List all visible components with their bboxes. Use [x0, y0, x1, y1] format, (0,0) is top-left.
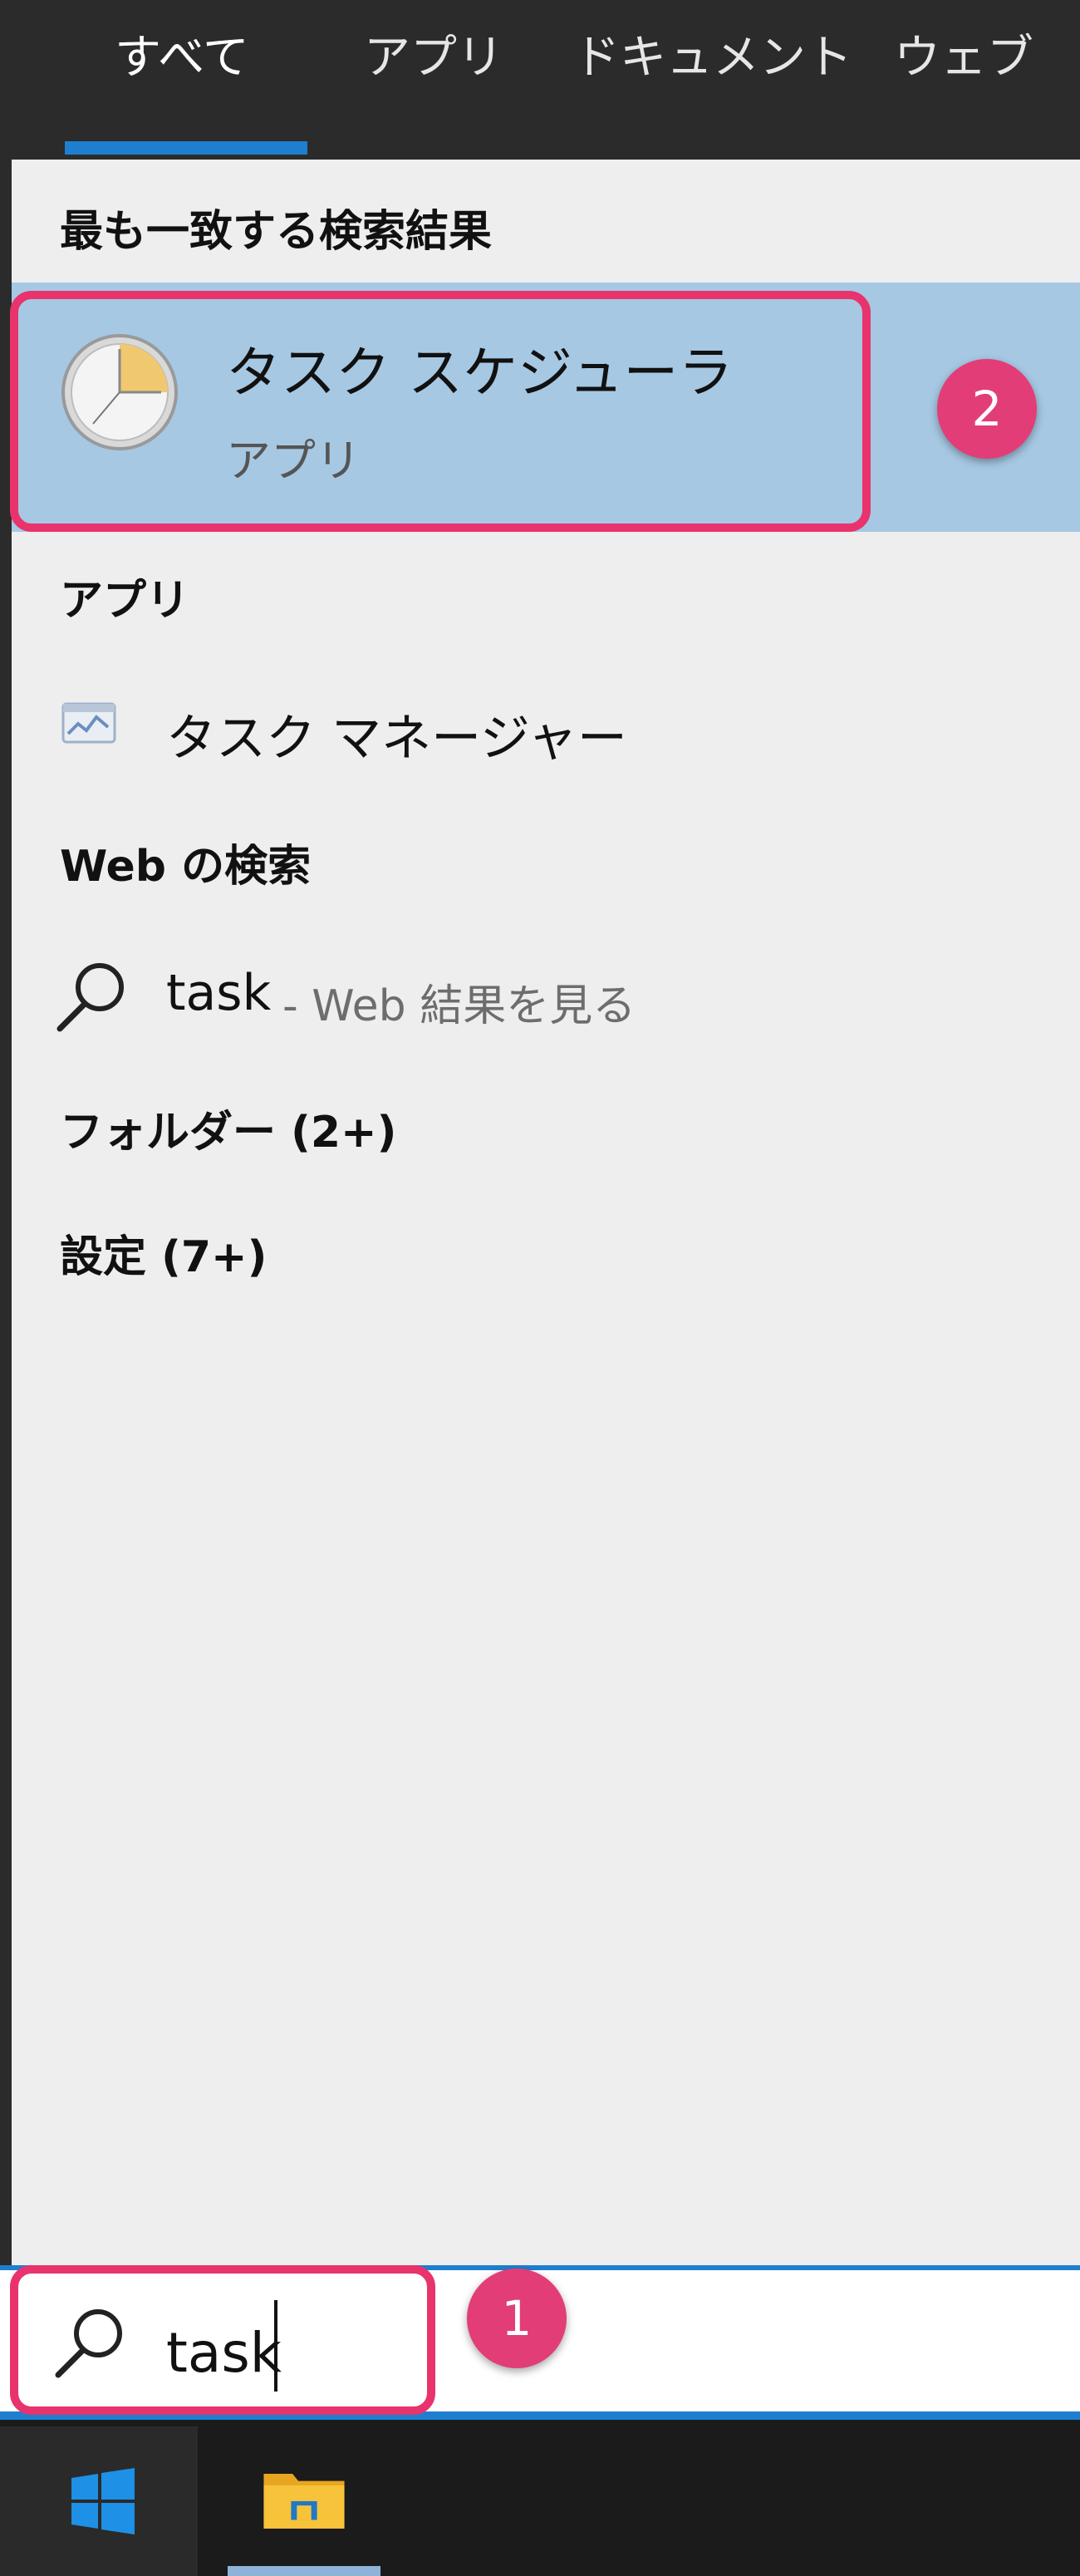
active-tab-indicator — [65, 141, 307, 155]
app-result-label: タスク マネージャー — [166, 710, 627, 768]
start-button[interactable] — [0, 2426, 198, 2576]
section-web-heading: Web の検索 — [60, 842, 312, 892]
active-app-indicator — [228, 2566, 380, 2576]
tab-apps[interactable]: アプリ — [364, 25, 503, 91]
tab-all[interactable]: すべて — [115, 25, 249, 91]
annotation-highlight-search-box — [10, 2265, 435, 2415]
section-apps-heading: アプリ — [60, 576, 190, 626]
search-icon — [56, 963, 124, 1032]
windows-start-icon — [71, 2468, 135, 2534]
step-badge-1: 1 — [467, 2269, 567, 2368]
section-folders-heading[interactable]: フォルダー (2+) — [60, 1097, 396, 1159]
web-search-query: task — [166, 964, 272, 1022]
annotation-highlight-best-match — [10, 291, 871, 532]
step-badge-2: 2 — [937, 359, 1037, 459]
task-manager-icon — [61, 702, 116, 744]
file-explorer-icon — [263, 2474, 345, 2529]
tab-web[interactable]: ウェブ — [894, 25, 1033, 91]
file-explorer-button[interactable] — [229, 2426, 379, 2576]
tab-documents[interactable]: ドキュメント — [573, 25, 852, 91]
search-filter-tabs: すべて アプリ ドキュメント ウェブ — [0, 0, 1080, 160]
section-best-match-heading: 最も一致する検索結果 — [60, 207, 493, 257]
section-settings-heading[interactable]: 設定 (7+) — [60, 1222, 267, 1284]
web-search-suffix: - Web 結果を見る — [282, 981, 636, 1031]
